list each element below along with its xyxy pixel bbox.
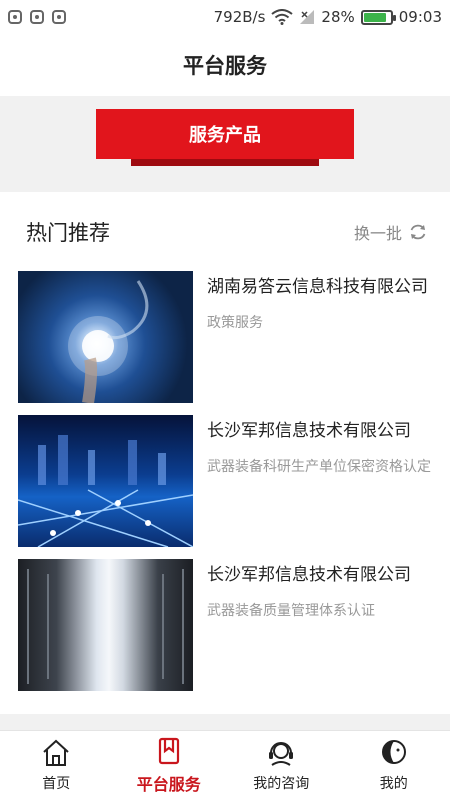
divider	[0, 714, 450, 730]
home-icon	[43, 739, 69, 766]
status-bar: 792B/s 28% 09:03	[0, 0, 450, 34]
service-banner: 服务产品	[0, 96, 450, 192]
company-name: 湖南易答云信息科技有限公司	[207, 277, 428, 297]
app-notification-icon	[8, 10, 22, 24]
list-item[interactable]: 长沙军邦信息技术有限公司 武器装备质量管理体系认证	[18, 559, 438, 691]
button-shadow	[131, 159, 319, 166]
nav-platform-service[interactable]: 平台服务	[113, 731, 226, 800]
clock: 09:03	[398, 8, 442, 26]
network-speed: 792B/s	[213, 8, 266, 26]
nav-home[interactable]: 首页	[0, 731, 113, 800]
profile-icon	[381, 739, 406, 764]
notification-icons	[8, 10, 66, 24]
bookmark-icon	[158, 737, 179, 764]
network-city-image	[18, 415, 193, 547]
company-name: 长沙军邦信息技术有限公司	[207, 421, 411, 441]
recommendation-list: 湖南易答云信息科技有限公司 政策服务 长沙军邦信息技术有限公司 武器装备科研生产…	[18, 271, 438, 703]
hot-section-header: 热门推荐 换一批	[0, 210, 450, 254]
service-type: 政策服务	[207, 315, 263, 331]
bottom-nav: 首页 平台服务 我的咨询 我的	[0, 730, 450, 800]
nav-mine[interactable]: 我的	[338, 731, 450, 800]
headset-icon	[269, 741, 294, 766]
lightbulb-image	[18, 271, 193, 403]
server-room-image	[18, 559, 193, 691]
page-title: 平台服务	[183, 54, 267, 78]
service-type: 武器装备科研生产单位保密资格认定	[207, 459, 431, 475]
sync-icon	[52, 10, 66, 24]
list-item[interactable]: 湖南易答云信息科技有限公司 政策服务	[18, 271, 438, 403]
refresh-label: 换一批	[353, 224, 402, 243]
company-name: 长沙军邦信息技术有限公司	[207, 565, 411, 585]
app-header: 平台服务	[0, 34, 450, 96]
refresh-button[interactable]: 换一批	[354, 220, 428, 244]
section-title: 热门推荐	[26, 221, 110, 245]
nav-consult[interactable]: 我的咨询	[225, 731, 338, 800]
alarm-icon	[30, 10, 44, 24]
nav-home-label: 首页	[42, 775, 71, 792]
list-item[interactable]: 长沙军邦信息技术有限公司 武器装备科研生产单位保密资格认定	[18, 415, 438, 547]
refresh-icon	[410, 224, 426, 240]
service-products-button[interactable]: 服务产品	[96, 109, 354, 159]
wifi-icon	[271, 9, 294, 25]
nav-platform-service-label: 平台服务	[136, 774, 201, 794]
battery-icon	[360, 9, 396, 25]
battery-level	[363, 12, 386, 22]
service-type: 武器装备质量管理体系认证	[207, 603, 375, 619]
nav-consult-label: 我的咨询	[253, 775, 310, 792]
nav-mine-label: 我的	[379, 775, 408, 792]
signal-icon	[300, 10, 315, 24]
battery-percent: 28%	[321, 8, 355, 26]
